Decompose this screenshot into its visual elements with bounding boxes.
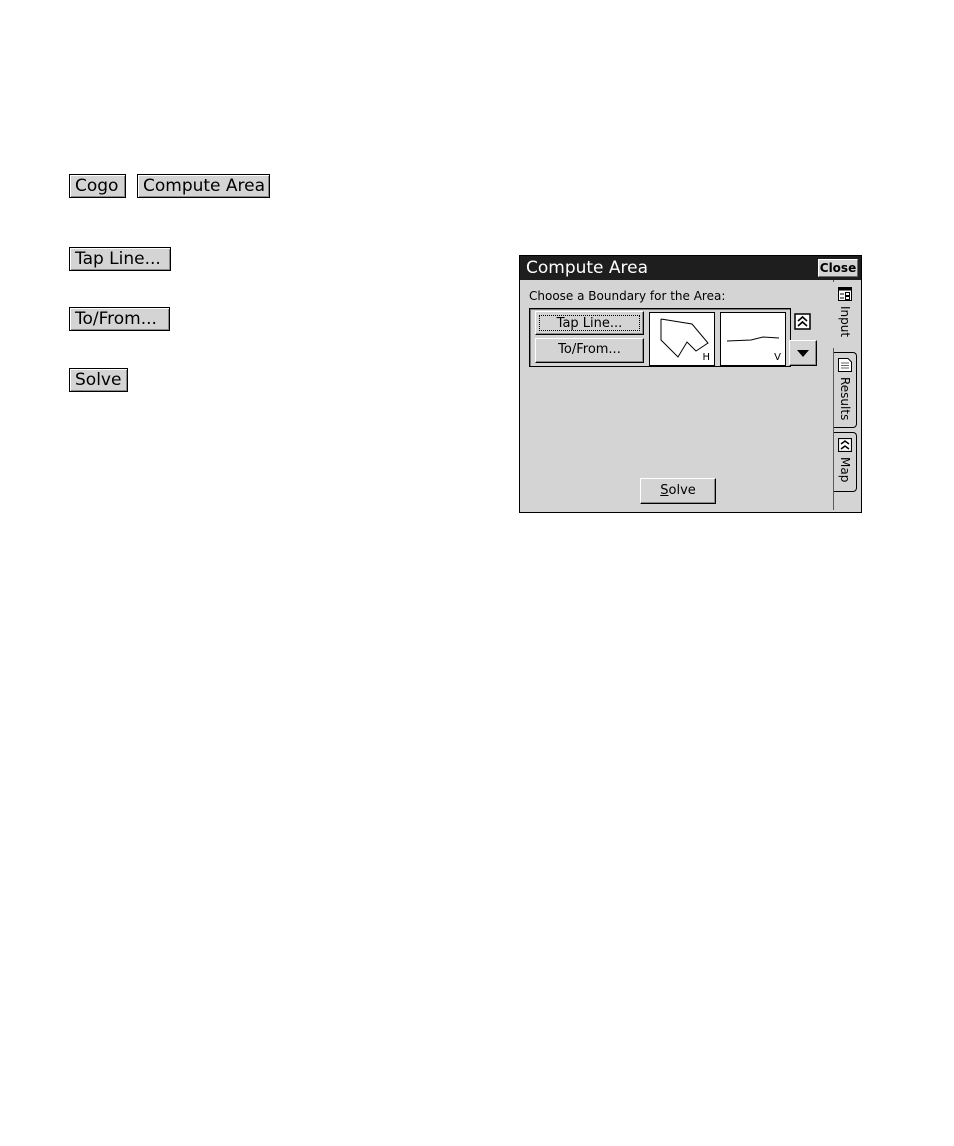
tab-map[interactable]: Map (834, 432, 857, 492)
dropdown-arrow-button[interactable] (789, 340, 817, 366)
map-icon (838, 438, 852, 452)
tap-line-key: Tap Line... (69, 247, 171, 271)
map-select-icon[interactable] (794, 313, 812, 331)
tap-line-button[interactable]: Tap Line... (535, 311, 644, 335)
tab-input-label: Input (838, 306, 852, 338)
input-panel: Choose a Boundary for the Area: Tap Line… (522, 280, 834, 510)
solve-key: Solve (69, 368, 128, 392)
tap-line-button-label: Tap Line... (539, 315, 640, 331)
solve-button[interactable]: Solve (640, 478, 716, 504)
horizontal-label: H (702, 352, 710, 363)
vertical-label: V (774, 352, 781, 363)
close-button[interactable]: Close (818, 259, 858, 277)
chevron-down-icon (797, 350, 809, 357)
to-from-button[interactable]: To/From... (535, 338, 644, 363)
horizontal-boundary-thumbnail[interactable]: H (649, 312, 715, 366)
title-bar: Compute Area Close (520, 256, 861, 280)
solve-mnemonic: S (660, 483, 669, 498)
tab-results-label: Results (838, 377, 852, 421)
cogo-key: Cogo (69, 174, 126, 198)
vertical-tab-strip: Input Results Map (832, 280, 861, 510)
boundary-prompt: Choose a Boundary for the Area: (529, 289, 726, 303)
vertical-boundary-thumbnail[interactable]: V (720, 312, 786, 366)
compute-area-key: Compute Area (137, 174, 270, 198)
results-sheet-icon (838, 358, 852, 372)
input-form-icon (838, 287, 852, 301)
tab-map-label: Map (838, 457, 852, 483)
compute-area-dialog: Compute Area Close Choose a Boundary for… (519, 255, 862, 513)
to-from-key: To/From... (69, 307, 170, 331)
boundary-group: Tap Line... To/From... H V (529, 308, 817, 367)
tab-results[interactable]: Results (834, 352, 857, 428)
solve-label-rest: olve (668, 483, 696, 498)
tab-input[interactable]: Input (832, 282, 858, 348)
dialog-title: Compute Area (526, 258, 649, 278)
